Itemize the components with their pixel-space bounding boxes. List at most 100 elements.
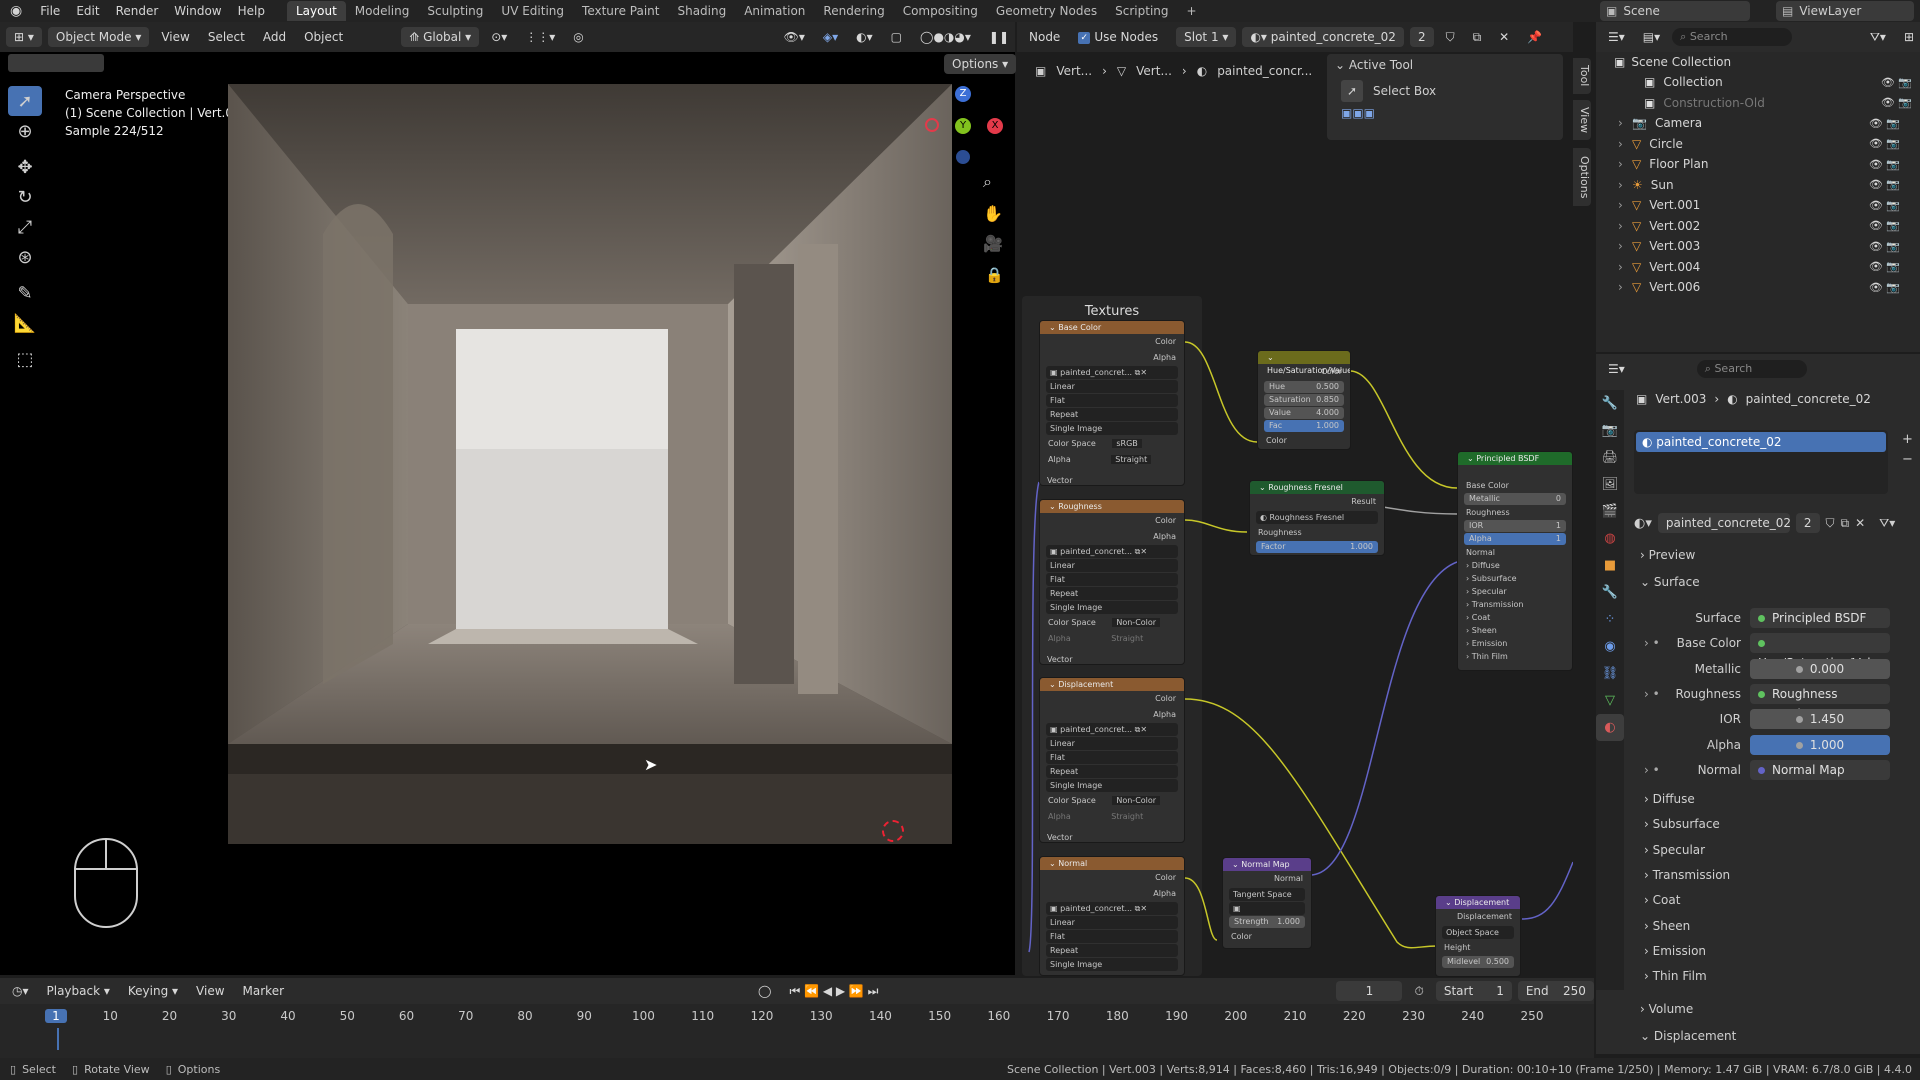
node-header[interactable]: ⌄ Base Color [1040, 321, 1184, 334]
node-header[interactable]: ⌄ Roughness Fresnel [1250, 481, 1384, 494]
surface-panel[interactable]: ⌄ Surface [1640, 575, 1700, 589]
menu-file[interactable]: File [32, 0, 68, 22]
select-tool-icon[interactable]: ➚ [8, 86, 42, 116]
tab-geometry-nodes[interactable]: Geometry Nodes [987, 1, 1106, 21]
panel-sheen[interactable]: › Sheen [1458, 624, 1572, 637]
tab-shading[interactable]: Shading [668, 1, 735, 21]
property-field[interactable]: 1.450 [1750, 709, 1890, 730]
unlink-material-icon[interactable]: ✕ [1855, 516, 1865, 530]
outliner-item-name[interactable]: Camera [1655, 116, 1702, 130]
alpha-mode-row[interactable]: Alpha Straight [1040, 631, 1184, 647]
visibility-toggle-icon[interactable]: 👁 📷 [1869, 158, 1900, 171]
sidebar-tab-view[interactable]: View [1573, 100, 1591, 140]
property-field[interactable]: 0.000 [1750, 658, 1890, 679]
camera-view-icon[interactable]: 🎥 [983, 234, 1003, 253]
outliner-item[interactable]: › ▽ Vert.006 👁 📷 [1618, 277, 1918, 297]
alpha-mode-row[interactable]: Alpha Straight [1040, 452, 1184, 468]
outliner-item-name[interactable]: Vert.003 [1649, 239, 1700, 253]
strength-field[interactable]: Strength 1.000 [1229, 915, 1305, 928]
subpanel-subsurface[interactable]: › Subsurface [1644, 817, 1720, 831]
image-selector[interactable]: ▣ painted_concret... ⧉✕ [1046, 366, 1178, 379]
panel-specular[interactable]: › Specular [1458, 585, 1572, 598]
fake-user-icon[interactable]: ⛉ [1826, 516, 1835, 531]
timeline-menu-marker[interactable]: Marker [237, 981, 290, 1001]
move-tool-icon[interactable]: ✥ [8, 152, 42, 182]
start-frame-field[interactable]: Start 1 [1435, 981, 1512, 1001]
tool-props-icon[interactable]: 🔧 [1596, 390, 1624, 417]
modifier-props-icon[interactable]: 🔧 [1596, 579, 1624, 606]
scene-props-icon[interactable]: 🎬 [1596, 498, 1624, 525]
material-slot-list[interactable]: ◐ painted_concrete_02 [1634, 430, 1888, 494]
extension-dropdown[interactable]: Repeat [1046, 408, 1178, 421]
remove-slot-icon[interactable]: − [1902, 452, 1913, 467]
outliner-item[interactable]: ▣ Collection 👁 📷 [1630, 72, 1920, 92]
ior-field[interactable]: IOR 1 [1464, 520, 1566, 532]
tab-scripting[interactable]: Scripting [1106, 1, 1177, 21]
view-layer-selector[interactable]: ▤ ViewLayer [1776, 1, 1914, 21]
outliner-type-icon[interactable]: ☰▾ [1602, 27, 1631, 47]
filter-icon[interactable]: ⛛▾ [1864, 27, 1892, 47]
alpha-mode-row[interactable]: Alpha Straight [1040, 809, 1184, 825]
expand-arrow-icon[interactable]: › [1618, 137, 1632, 151]
lock-camera-icon[interactable]: 🔒 [985, 266, 1004, 284]
outliner-item-name[interactable]: Collection [1663, 75, 1722, 89]
subpanel-transmission[interactable]: › Transmission [1644, 868, 1730, 882]
current-frame-field[interactable]: 1 [1336, 981, 1403, 1001]
midlevel-field[interactable]: Midlevel 0.500 [1442, 956, 1514, 968]
outliner-item[interactable]: ▣ Construction-Old 👁 📷 [1630, 93, 1920, 113]
visibility-toggle-icon[interactable]: 👁 📷 [1869, 178, 1900, 191]
gizmo-z-axis[interactable]: Z [955, 86, 971, 102]
expand-arrow-icon[interactable]: › [1618, 280, 1632, 294]
expand-arrow-icon[interactable]: › [1618, 260, 1632, 274]
display-mode-icon[interactable]: ▤▾ [1637, 27, 1666, 47]
menu-edit[interactable]: Edit [68, 0, 107, 22]
rotate-tool-icon[interactable]: ↻ [8, 182, 42, 212]
pause-render-icon[interactable]: ❚❚ [983, 27, 1015, 47]
node-normal-map[interactable]: ⌄ Normal Map Normal Tangent Space ▣ Stre… [1222, 857, 1312, 949]
timeline-menu-keying[interactable]: Keying ▾ [122, 981, 184, 1001]
gizmo-y-axis[interactable]: Y [955, 118, 971, 134]
outliner-item[interactable]: › ☀ Sun 👁 📷 [1618, 175, 1918, 195]
viewport-menu-view[interactable]: View [155, 27, 195, 47]
output-props-icon[interactable]: 🖨 [1596, 444, 1624, 471]
menu-window[interactable]: Window [166, 0, 229, 22]
projection-dropdown[interactable]: Flat [1046, 573, 1178, 586]
viewport-menu-select[interactable]: Select [202, 27, 251, 47]
timeline-type-icon[interactable]: ◷▾ [6, 981, 35, 1001]
node-header[interactable]: ⌄ Displacement [1040, 678, 1184, 691]
tab-animation[interactable]: Animation [735, 1, 814, 21]
color-space-row[interactable]: Color Space Non-Color [1040, 615, 1184, 631]
timeline-playhead[interactable] [57, 1028, 59, 1050]
outliner-item-name[interactable]: Circle [1649, 137, 1683, 151]
projection-dropdown[interactable]: Flat [1046, 394, 1178, 407]
outliner-scene-collection[interactable]: ▣ Scene Collection [1614, 52, 1914, 72]
hue-field[interactable]: Hue 0.500 [1264, 380, 1344, 393]
snap-icon[interactable]: ⋮⋮▾ [519, 27, 561, 47]
panel-thin-film[interactable]: › Thin Film [1458, 650, 1572, 663]
property-field[interactable]: 1.000 [1750, 734, 1890, 755]
node-normal-texture[interactable]: ⌄ Normal Color Alpha ▣ painted_concret..… [1039, 856, 1185, 976]
property-field[interactable]: Hue/Saturation/Value [1750, 633, 1890, 670]
pan-view-icon[interactable]: ✋ [983, 204, 1003, 223]
projection-dropdown[interactable]: Flat [1046, 751, 1178, 764]
expand-arrow-icon[interactable]: › [1618, 157, 1632, 171]
expand-arrow-icon[interactable]: › [1618, 198, 1632, 212]
extension-dropdown[interactable]: Repeat [1046, 765, 1178, 778]
sidebar-tab-tool[interactable]: Tool [1573, 58, 1591, 94]
node-hue-saturation-value[interactable]: ⌄ Hue/Saturation/Value Color Hue 0.500 Sa… [1257, 350, 1351, 450]
expand-arrow-icon[interactable]: › [1618, 239, 1632, 253]
property-field[interactable]: Normal Map [1750, 759, 1890, 780]
editor-type-button[interactable]: ⊞ ▾ [6, 27, 42, 47]
add-cube-tool-icon[interactable]: ⬚ [8, 344, 42, 374]
subpanel-sheen[interactable]: › Sheen [1644, 919, 1690, 933]
node-principled-bsdf[interactable]: ⌄ Principled BSDF Base Color Metallic 0 R… [1457, 451, 1573, 671]
node-displacement-texture[interactable]: ⌄ Displacement Color Alpha ▣ painted_con… [1039, 677, 1185, 843]
tab-layout[interactable]: Layout [286, 1, 346, 21]
scene-selector[interactable]: ▣ Scene [1600, 1, 1750, 21]
viewport-options-button[interactable]: Options ▾ [944, 54, 1017, 74]
outliner-item[interactable]: › ▽ Vert.004 👁 📷 [1618, 257, 1918, 277]
material-slot-item[interactable]: ◐ painted_concrete_02 [1636, 432, 1886, 452]
world-props-icon[interactable]: ◍ [1596, 525, 1624, 552]
properties-search-input[interactable]: ⌕ Search [1696, 360, 1807, 378]
preview-panel[interactable]: › Preview [1640, 548, 1695, 562]
